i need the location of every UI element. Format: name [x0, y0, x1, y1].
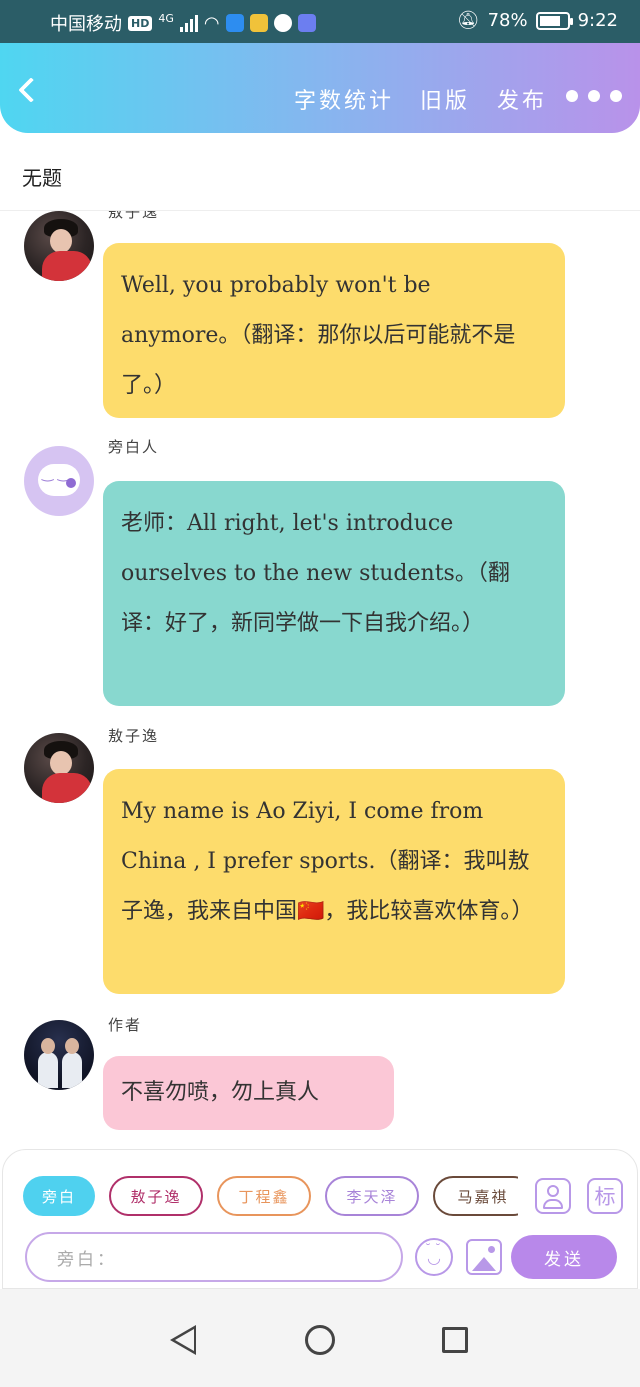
word-count-button[interactable]: 字数统计 — [294, 83, 394, 115]
nav-recent-icon[interactable] — [442, 1327, 468, 1353]
message-bubble[interactable]: 不喜勿喷，勿上真人 — [103, 1056, 394, 1130]
publish-button[interactable]: 发布 — [497, 83, 547, 115]
browser-app-icon — [273, 14, 292, 32]
chat-list[interactable]: 敖子逸 Well, you probably won't be anymore。… — [0, 211, 640, 1151]
battery-percent: 78% — [487, 10, 528, 31]
message-sender-name: 旁白人 — [108, 438, 160, 456]
avatar[interactable] — [24, 446, 94, 516]
tag-icon[interactable]: 标 — [587, 1178, 623, 1214]
status-right: 🔕︎ 78% 9:22 — [457, 10, 618, 31]
character-chip-narrator[interactable]: 旁白 — [23, 1176, 95, 1216]
message-bubble[interactable]: 老师：All right, let's introduce ourselves … — [103, 481, 565, 706]
old-version-button[interactable]: 旧版 — [420, 83, 470, 115]
system-nav-bar — [0, 1289, 640, 1387]
shield-app-icon — [225, 14, 244, 32]
message-input[interactable]: 旁白： — [25, 1232, 403, 1282]
message-sender-name: 敖子逸 — [108, 727, 160, 745]
nav-home-icon[interactable] — [305, 1325, 335, 1355]
more-icon[interactable] — [566, 90, 622, 102]
character-chip-ma-jiaqi[interactable]: 马嘉祺 — [433, 1176, 518, 1216]
message-sender-name: 作者 — [108, 1016, 143, 1034]
send-button[interactable]: 发送 — [511, 1235, 617, 1279]
character-chip-ao-ziyi[interactable]: 敖子逸 — [109, 1176, 203, 1216]
wifi-icon: ◠ — [203, 12, 220, 34]
avatar[interactable] — [24, 211, 94, 281]
battery-icon — [535, 11, 573, 30]
music-app-icon — [297, 14, 316, 32]
person-icon[interactable] — [535, 1178, 571, 1214]
character-chip-ding-chengxin[interactable]: 丁程鑫 — [217, 1176, 311, 1216]
emoji-icon[interactable] — [415, 1238, 453, 1276]
character-selector[interactable]: 旁白 敖子逸 丁程鑫 李天泽 马嘉祺 — [23, 1174, 518, 1218]
message-bubble[interactable]: My name is Ao Ziyi, I come from China , … — [103, 769, 565, 994]
status-left: 中国移动 HD 4G ◠ — [50, 10, 316, 36]
back-icon[interactable] — [18, 77, 44, 103]
mute-bell-icon: 🔕︎ — [456, 10, 480, 31]
status-bar: 中国移动 HD 4G ◠ 🔕︎ 78% 9:22 — [0, 0, 640, 44]
nav-back-icon[interactable] — [170, 1325, 196, 1355]
composer-panel: 旁白 敖子逸 丁程鑫 李天泽 马嘉祺 标 旁白： 发送 — [2, 1149, 638, 1289]
avatar[interactable] — [24, 1020, 94, 1090]
signal-icon — [179, 14, 198, 32]
signal-type: 4G — [158, 11, 174, 25]
carrier-label: 中国移动 — [50, 14, 122, 35]
character-chip-li-tianze[interactable]: 李天泽 — [325, 1176, 419, 1216]
document-title[interactable]: 无题 — [22, 162, 62, 191]
hd-badge: HD — [128, 15, 153, 31]
app-header: 字数统计 旧版 发布 — [0, 43, 640, 133]
clock: 9:22 — [577, 10, 618, 31]
message-sender-name: 敖子逸 — [108, 211, 160, 221]
app-notification-icon — [249, 14, 268, 32]
avatar[interactable] — [24, 733, 94, 803]
image-icon[interactable] — [466, 1239, 502, 1275]
message-bubble[interactable]: Well, you probably won't be anymore。（翻译：… — [103, 243, 565, 418]
